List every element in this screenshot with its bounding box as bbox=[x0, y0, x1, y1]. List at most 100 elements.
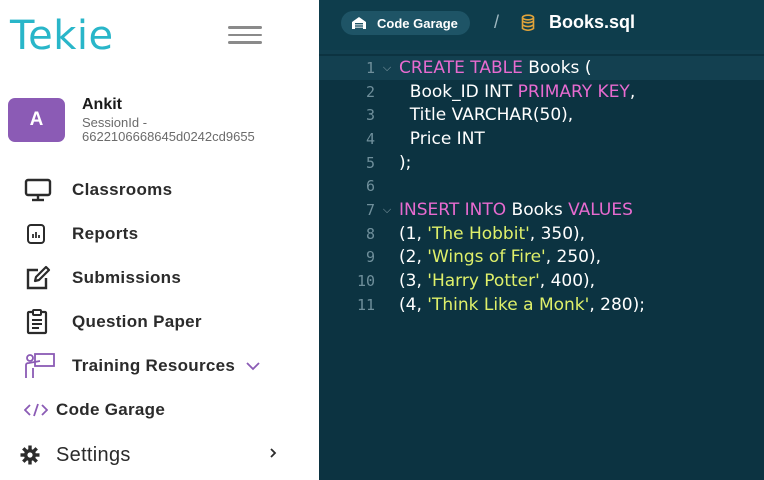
code-token: (1, bbox=[399, 223, 428, 244]
line-number: 6 bbox=[365, 177, 375, 196]
code-text: (4, 'Think Like a Monk', 280); bbox=[399, 295, 645, 315]
sql-keyword: PRIMARY KEY bbox=[517, 81, 630, 102]
code-line[interactable]: 9 (2, 'Wings of Fire', 250), bbox=[319, 246, 764, 270]
sidebar-item-label: Training Resources bbox=[72, 356, 236, 375]
line-number: 7 bbox=[365, 200, 375, 219]
code-token: , 400), bbox=[539, 271, 596, 292]
sidebar-item-label: Reports bbox=[72, 224, 139, 243]
avatar[interactable]: A bbox=[8, 98, 65, 142]
code-token: , 250), bbox=[545, 247, 602, 268]
code-text: CREATE TABLE Books ( bbox=[399, 58, 591, 78]
code-line[interactable]: 2 Book_ID INT PRIMARY KEY, bbox=[319, 80, 764, 104]
editor-header: Code Garage / Books.sql bbox=[319, 0, 764, 50]
code-token: ); bbox=[399, 152, 412, 173]
fold-chevron-icon[interactable]: ⌵ bbox=[375, 61, 399, 75]
edit-icon bbox=[24, 264, 56, 292]
code-text: (1, 'The Hobbit', 350), bbox=[399, 224, 585, 244]
code-text: ); bbox=[399, 153, 411, 173]
line-number: 3 bbox=[365, 106, 375, 125]
sidebar-item-label: Settings bbox=[56, 443, 131, 466]
fold-chevron-icon[interactable]: ⌵ bbox=[375, 203, 399, 217]
code-token: , 350), bbox=[529, 223, 586, 244]
app-logo[interactable]: Tekie bbox=[10, 12, 114, 60]
code-token: (4, bbox=[399, 294, 428, 315]
code-text: INSERT INTO Books VALUES bbox=[399, 200, 633, 220]
code-text: (3, 'Harry Potter', 400), bbox=[399, 271, 595, 291]
sql-string: 'The Hobbit' bbox=[427, 223, 530, 244]
code-text: (2, 'Wings of Fire', 250), bbox=[399, 247, 601, 267]
chevron-right-icon[interactable] bbox=[268, 446, 278, 460]
sidebar-item-label: Code Garage bbox=[56, 400, 166, 419]
code-token: Title VARCHAR(50), bbox=[399, 105, 574, 126]
code-line[interactable]: 1 ⌵ CREATE TABLE Books ( bbox=[319, 56, 764, 80]
code-editor: Code Garage / Books.sql 1 ⌵ CREATE TABLE B… bbox=[319, 0, 764, 480]
sql-keyword: INSERT INTO bbox=[399, 199, 507, 220]
sidebar-item-settings[interactable]: Settings bbox=[20, 440, 131, 470]
code-text: Book_ID INT PRIMARY KEY, bbox=[399, 82, 635, 102]
sql-string: 'Wings of Fire' bbox=[427, 247, 546, 268]
code-line[interactable]: 11 (4, 'Think Like a Monk', 280); bbox=[319, 293, 764, 317]
header-divider bbox=[319, 50, 764, 54]
monitor-icon bbox=[24, 176, 56, 204]
code-token: Books bbox=[506, 199, 569, 220]
session-id: SessionId - 6622106668645d0242cd9655 bbox=[82, 116, 255, 144]
code-line[interactable]: 5); bbox=[319, 151, 764, 175]
code-token: , bbox=[629, 81, 636, 102]
sidebar: Tekie A Ankit SessionId - 6622106668645d… bbox=[0, 0, 319, 480]
sidebar-item-training-resources[interactable]: Training Resources bbox=[24, 351, 261, 381]
sql-keyword: CREATE TABLE bbox=[399, 57, 523, 78]
line-number: 2 bbox=[365, 82, 375, 101]
user-name: Ankit bbox=[82, 96, 122, 113]
code-text: Price INT bbox=[399, 129, 485, 149]
sidebar-item-reports[interactable]: Reports bbox=[24, 219, 138, 249]
sql-string: 'Harry Potter' bbox=[427, 271, 540, 292]
code-line[interactable]: 8 (1, 'The Hobbit', 350), bbox=[319, 222, 764, 246]
sidebar-item-label: Classrooms bbox=[72, 180, 173, 199]
sidebar-item-question-paper[interactable]: Question Paper bbox=[24, 307, 202, 337]
line-number: 11 bbox=[356, 295, 375, 314]
user-profile: A Ankit SessionId - 6622106668645d0242cd… bbox=[8, 96, 313, 146]
breadcrumb-label: Code Garage bbox=[377, 15, 458, 31]
code-line[interactable]: 4 Price INT bbox=[319, 127, 764, 151]
file-name: Books.sql bbox=[549, 12, 636, 32]
session-value: 6622106668645d0242cd9655 bbox=[82, 129, 255, 144]
teacher-board-icon bbox=[24, 352, 56, 380]
code-line[interactable]: 7 ⌵ INSERT INTO Books VALUES bbox=[319, 198, 764, 222]
line-number: 10 bbox=[356, 272, 375, 291]
report-icon bbox=[24, 220, 56, 248]
hamburger-menu-icon[interactable] bbox=[228, 26, 262, 46]
code-area[interactable]: 1 ⌵ CREATE TABLE Books (2 Book_ID INT PRIM… bbox=[319, 56, 764, 317]
sidebar-item-label: Question Paper bbox=[72, 312, 202, 331]
code-icon bbox=[24, 403, 48, 417]
session-label: SessionId - bbox=[82, 115, 148, 130]
code-token: , 280); bbox=[589, 294, 645, 315]
gear-icon bbox=[20, 445, 40, 465]
line-number: 8 bbox=[365, 224, 375, 243]
clipboard-icon bbox=[24, 308, 56, 336]
sql-keyword: VALUES bbox=[568, 199, 633, 220]
code-token: Price INT bbox=[399, 128, 485, 149]
breadcrumb-separator: / bbox=[494, 12, 500, 32]
code-line[interactable]: 6 bbox=[319, 174, 764, 198]
sidebar-item-label: Submissions bbox=[72, 268, 182, 287]
sql-string: 'Think Like a Monk' bbox=[427, 294, 590, 315]
code-token: Books ( bbox=[522, 57, 592, 78]
code-line[interactable]: 3 Title VARCHAR(50), bbox=[319, 103, 764, 127]
code-line[interactable]: 10 (3, 'Harry Potter', 400), bbox=[319, 269, 764, 293]
line-number: 5 bbox=[365, 153, 375, 172]
line-number: 4 bbox=[365, 129, 375, 148]
line-number: 1 bbox=[365, 58, 375, 77]
sidebar-item-classrooms[interactable]: Classrooms bbox=[24, 175, 172, 205]
chevron-down-icon[interactable] bbox=[245, 361, 261, 371]
garage-icon bbox=[351, 16, 367, 30]
code-token: Book_ID INT bbox=[399, 81, 518, 102]
sidebar-item-code-garage[interactable]: Code Garage bbox=[24, 396, 165, 424]
code-token: (3, bbox=[399, 271, 428, 292]
sidebar-item-submissions[interactable]: Submissions bbox=[24, 263, 181, 293]
breadcrumb-file[interactable]: Books.sql bbox=[521, 12, 635, 33]
breadcrumb-code-garage[interactable]: Code Garage bbox=[341, 11, 470, 35]
database-icon bbox=[521, 13, 535, 32]
line-number: 9 bbox=[365, 248, 375, 267]
code-token: (2, bbox=[399, 247, 428, 268]
code-text: Title VARCHAR(50), bbox=[399, 105, 573, 125]
